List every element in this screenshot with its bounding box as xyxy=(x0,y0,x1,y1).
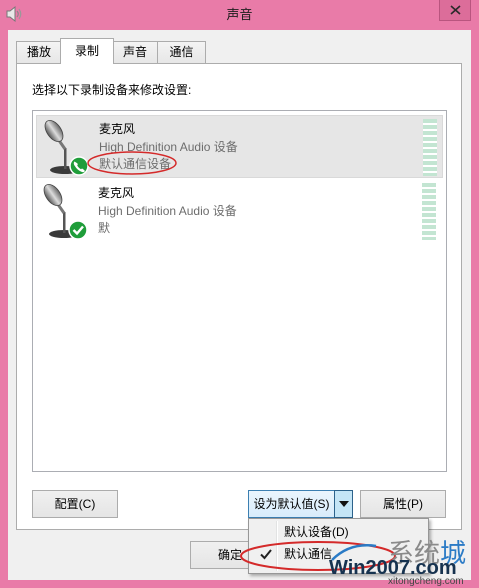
menu-item-label: 默认通信 xyxy=(284,547,333,561)
close-button[interactable] xyxy=(439,0,471,21)
level-meter xyxy=(423,119,437,176)
microphone-icon xyxy=(38,182,90,240)
list-item-device-2[interactable]: 麦克风 High Definition Audio 设备 默 xyxy=(36,180,443,243)
instruction-text: 选择以下录制设备来修改设置: xyxy=(32,83,192,97)
tab-playback[interactable]: 播放 xyxy=(16,41,62,64)
tab-communications[interactable]: 通信 xyxy=(157,41,206,64)
set-default-dropdown-button[interactable] xyxy=(334,490,353,518)
checkmark-icon xyxy=(259,547,273,561)
menu-item-default-device[interactable]: 默认设备(D) xyxy=(251,521,426,543)
recording-device-list[interactable]: 麦克风 High Definition Audio 设备 默认通信设备 麦克风 … xyxy=(32,110,447,472)
checkmark-badge-icon xyxy=(68,220,88,240)
device-description: High Definition Audio 设备 xyxy=(98,204,237,218)
menu-item-default-communication-device[interactable]: 默认通信 xyxy=(251,543,426,565)
microphone-icon xyxy=(39,118,91,176)
close-icon xyxy=(450,5,461,15)
list-item-device-1[interactable]: 麦克风 High Definition Audio 设备 默认通信设备 xyxy=(36,115,443,178)
dropdown-arrow-icon xyxy=(339,501,349,507)
tab-recording[interactable]: 录制 xyxy=(60,38,114,64)
level-meter xyxy=(422,183,436,240)
device-name: 麦克风 xyxy=(99,122,136,136)
tab-sounds[interactable]: 声音 xyxy=(112,41,158,64)
menu-item-label: 默认设备(D) xyxy=(284,525,349,539)
device-status: 默认通信设备 xyxy=(99,157,172,171)
device-name: 麦克风 xyxy=(98,186,135,200)
window-title: 声音 xyxy=(226,7,253,22)
configure-button[interactable]: 配置(C) xyxy=(32,490,118,518)
device-description: High Definition Audio 设备 xyxy=(99,140,238,154)
set-default-button[interactable]: 设为默认值(S) xyxy=(248,490,335,518)
device-status: 默 xyxy=(98,221,111,235)
phone-badge-icon xyxy=(69,156,89,176)
properties-button[interactable]: 属性(P) xyxy=(360,490,446,518)
set-default-menu: 默认设备(D) 默认通信 xyxy=(248,518,429,574)
